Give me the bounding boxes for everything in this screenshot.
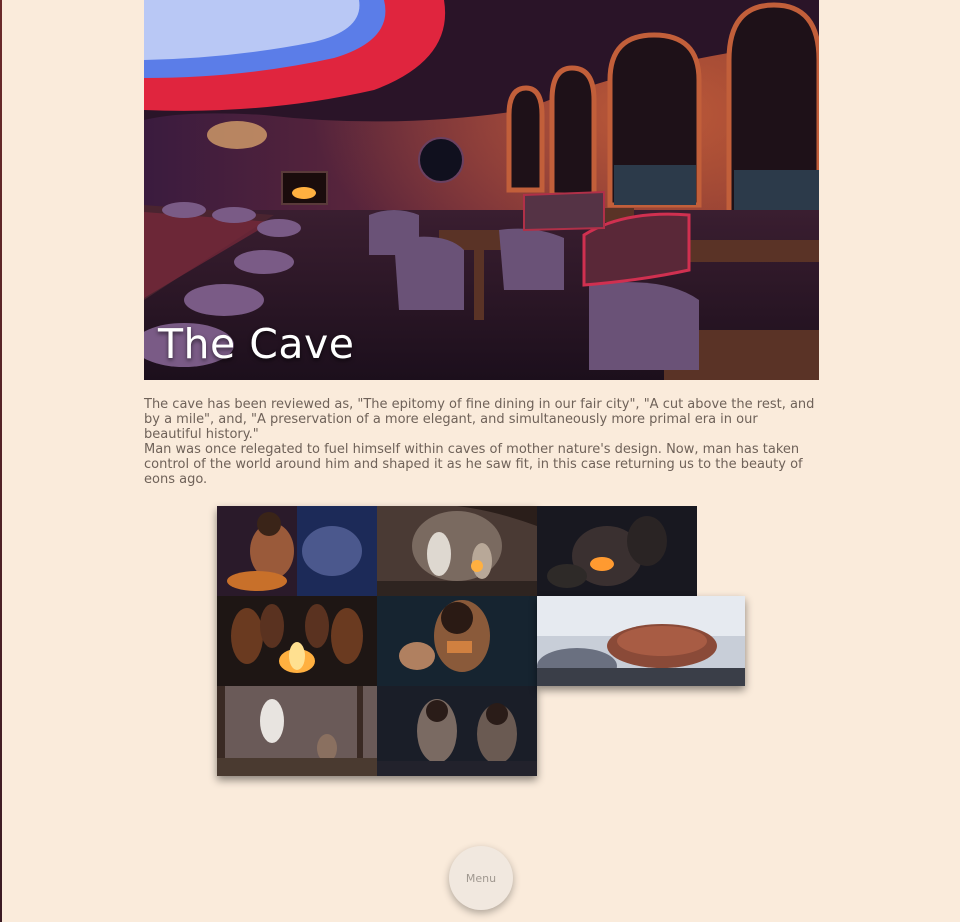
gallery-photo[interactable] <box>537 506 697 596</box>
review-paragraph: The cave has been reviewed as, "The epit… <box>144 397 815 442</box>
gallery-photo[interactable] <box>217 506 377 596</box>
page-edge <box>0 0 2 922</box>
hero-image: The Cave <box>144 0 819 380</box>
gallery-photo-steak[interactable] <box>537 596 745 686</box>
gallery-photo[interactable] <box>217 596 377 686</box>
menu-button[interactable]: Menu <box>449 846 513 910</box>
cave-fire-dark-illustration <box>537 506 697 596</box>
gallery-photo[interactable] <box>217 686 377 776</box>
gallery-photo[interactable] <box>377 596 537 686</box>
gallery-photo[interactable] <box>377 686 537 776</box>
cave-person-crouching-illustration <box>217 506 377 596</box>
gallery-photo[interactable] <box>377 506 537 596</box>
grilled-steak-illustration <box>537 596 745 686</box>
cave-family-illustration <box>377 686 537 776</box>
history-paragraph: Man was once relegated to fuel himself w… <box>144 442 803 487</box>
forest-camp-illustration <box>217 686 377 776</box>
cave-group-illustration <box>377 506 537 596</box>
page-title: The Cave <box>158 320 355 368</box>
cave-person-eating-illustration <box>377 596 537 686</box>
campfire-group-illustration <box>217 596 377 686</box>
